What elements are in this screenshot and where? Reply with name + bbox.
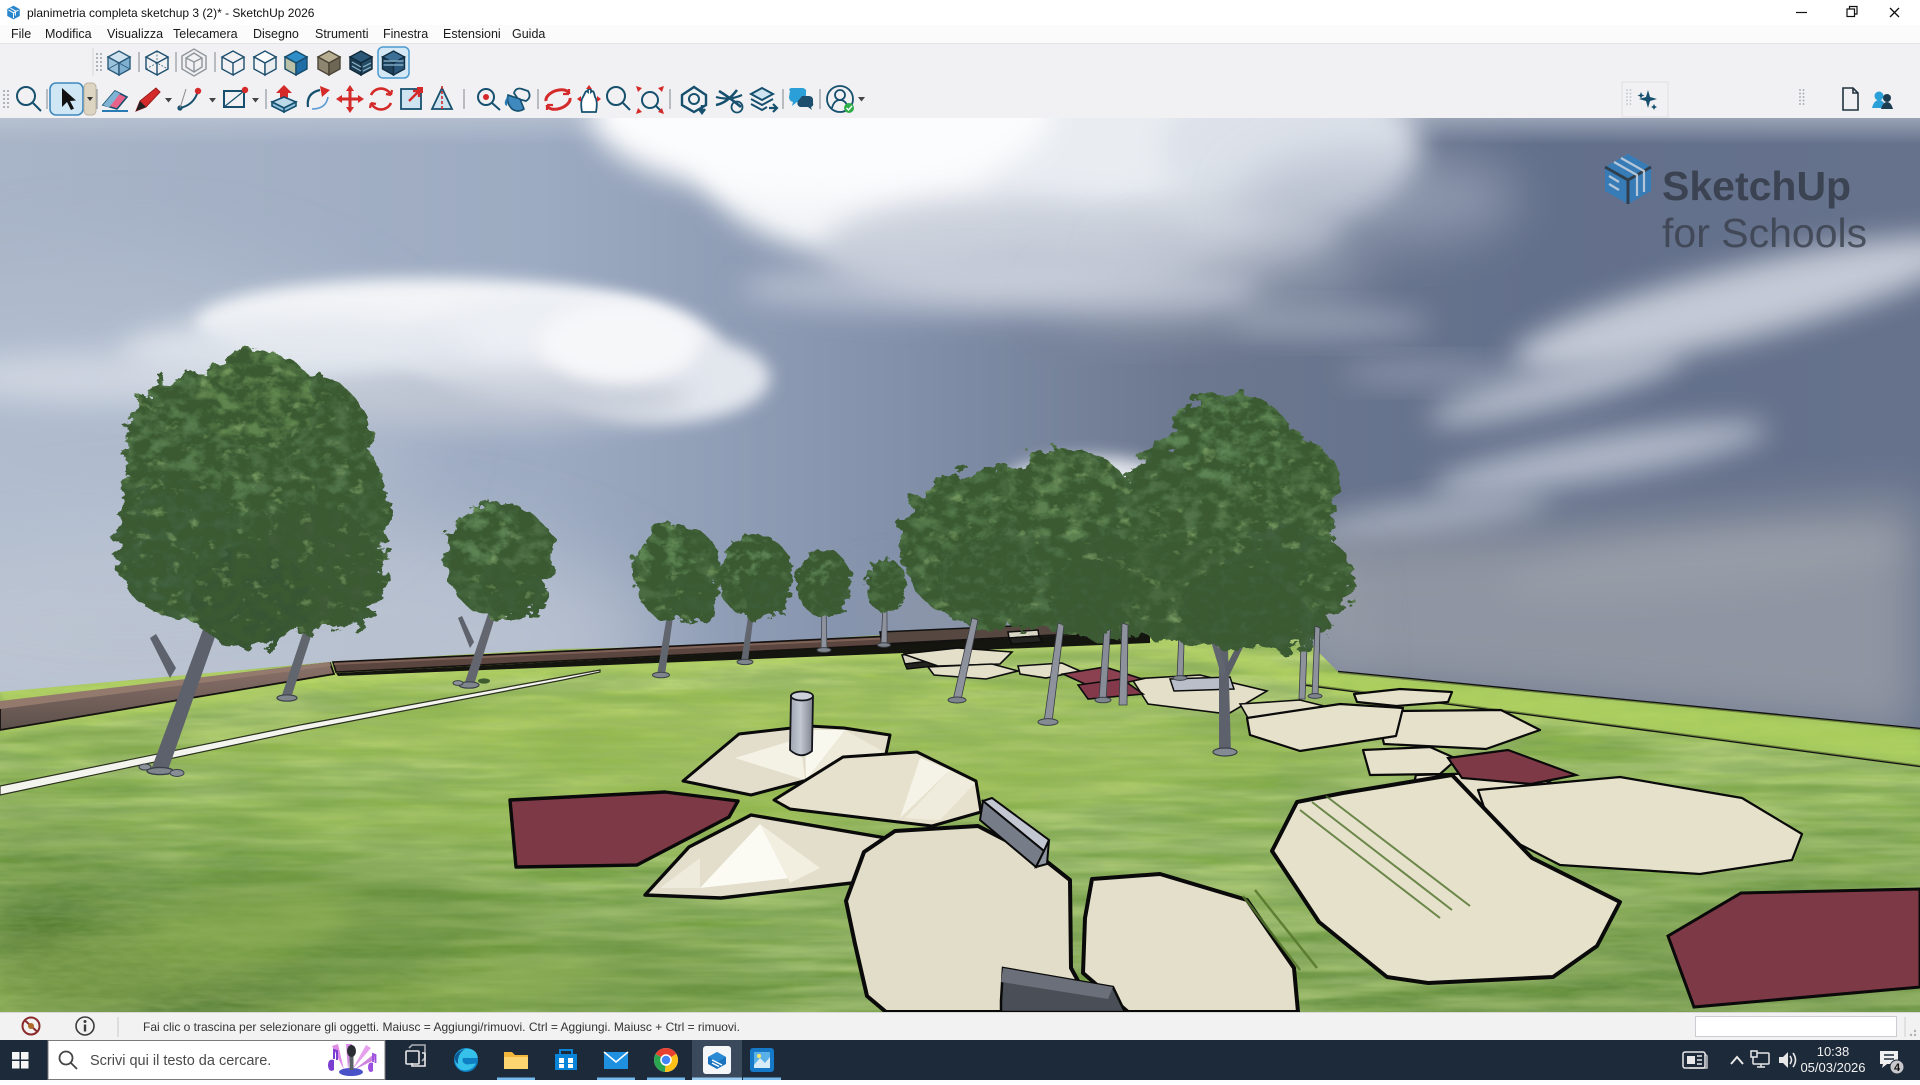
svg-text:10:38: 10:38 [1817,1044,1850,1059]
svg-text:Scrivi qui il testo da cercare: Scrivi qui il testo da cercare. [90,1053,271,1069]
svg-text:SketchUp: SketchUp [1662,163,1851,209]
svg-text:for Schools: for Schools [1662,210,1867,256]
svg-text:4: 4 [1894,1062,1901,1074]
svg-text:05/03/2026: 05/03/2026 [1800,1060,1865,1075]
